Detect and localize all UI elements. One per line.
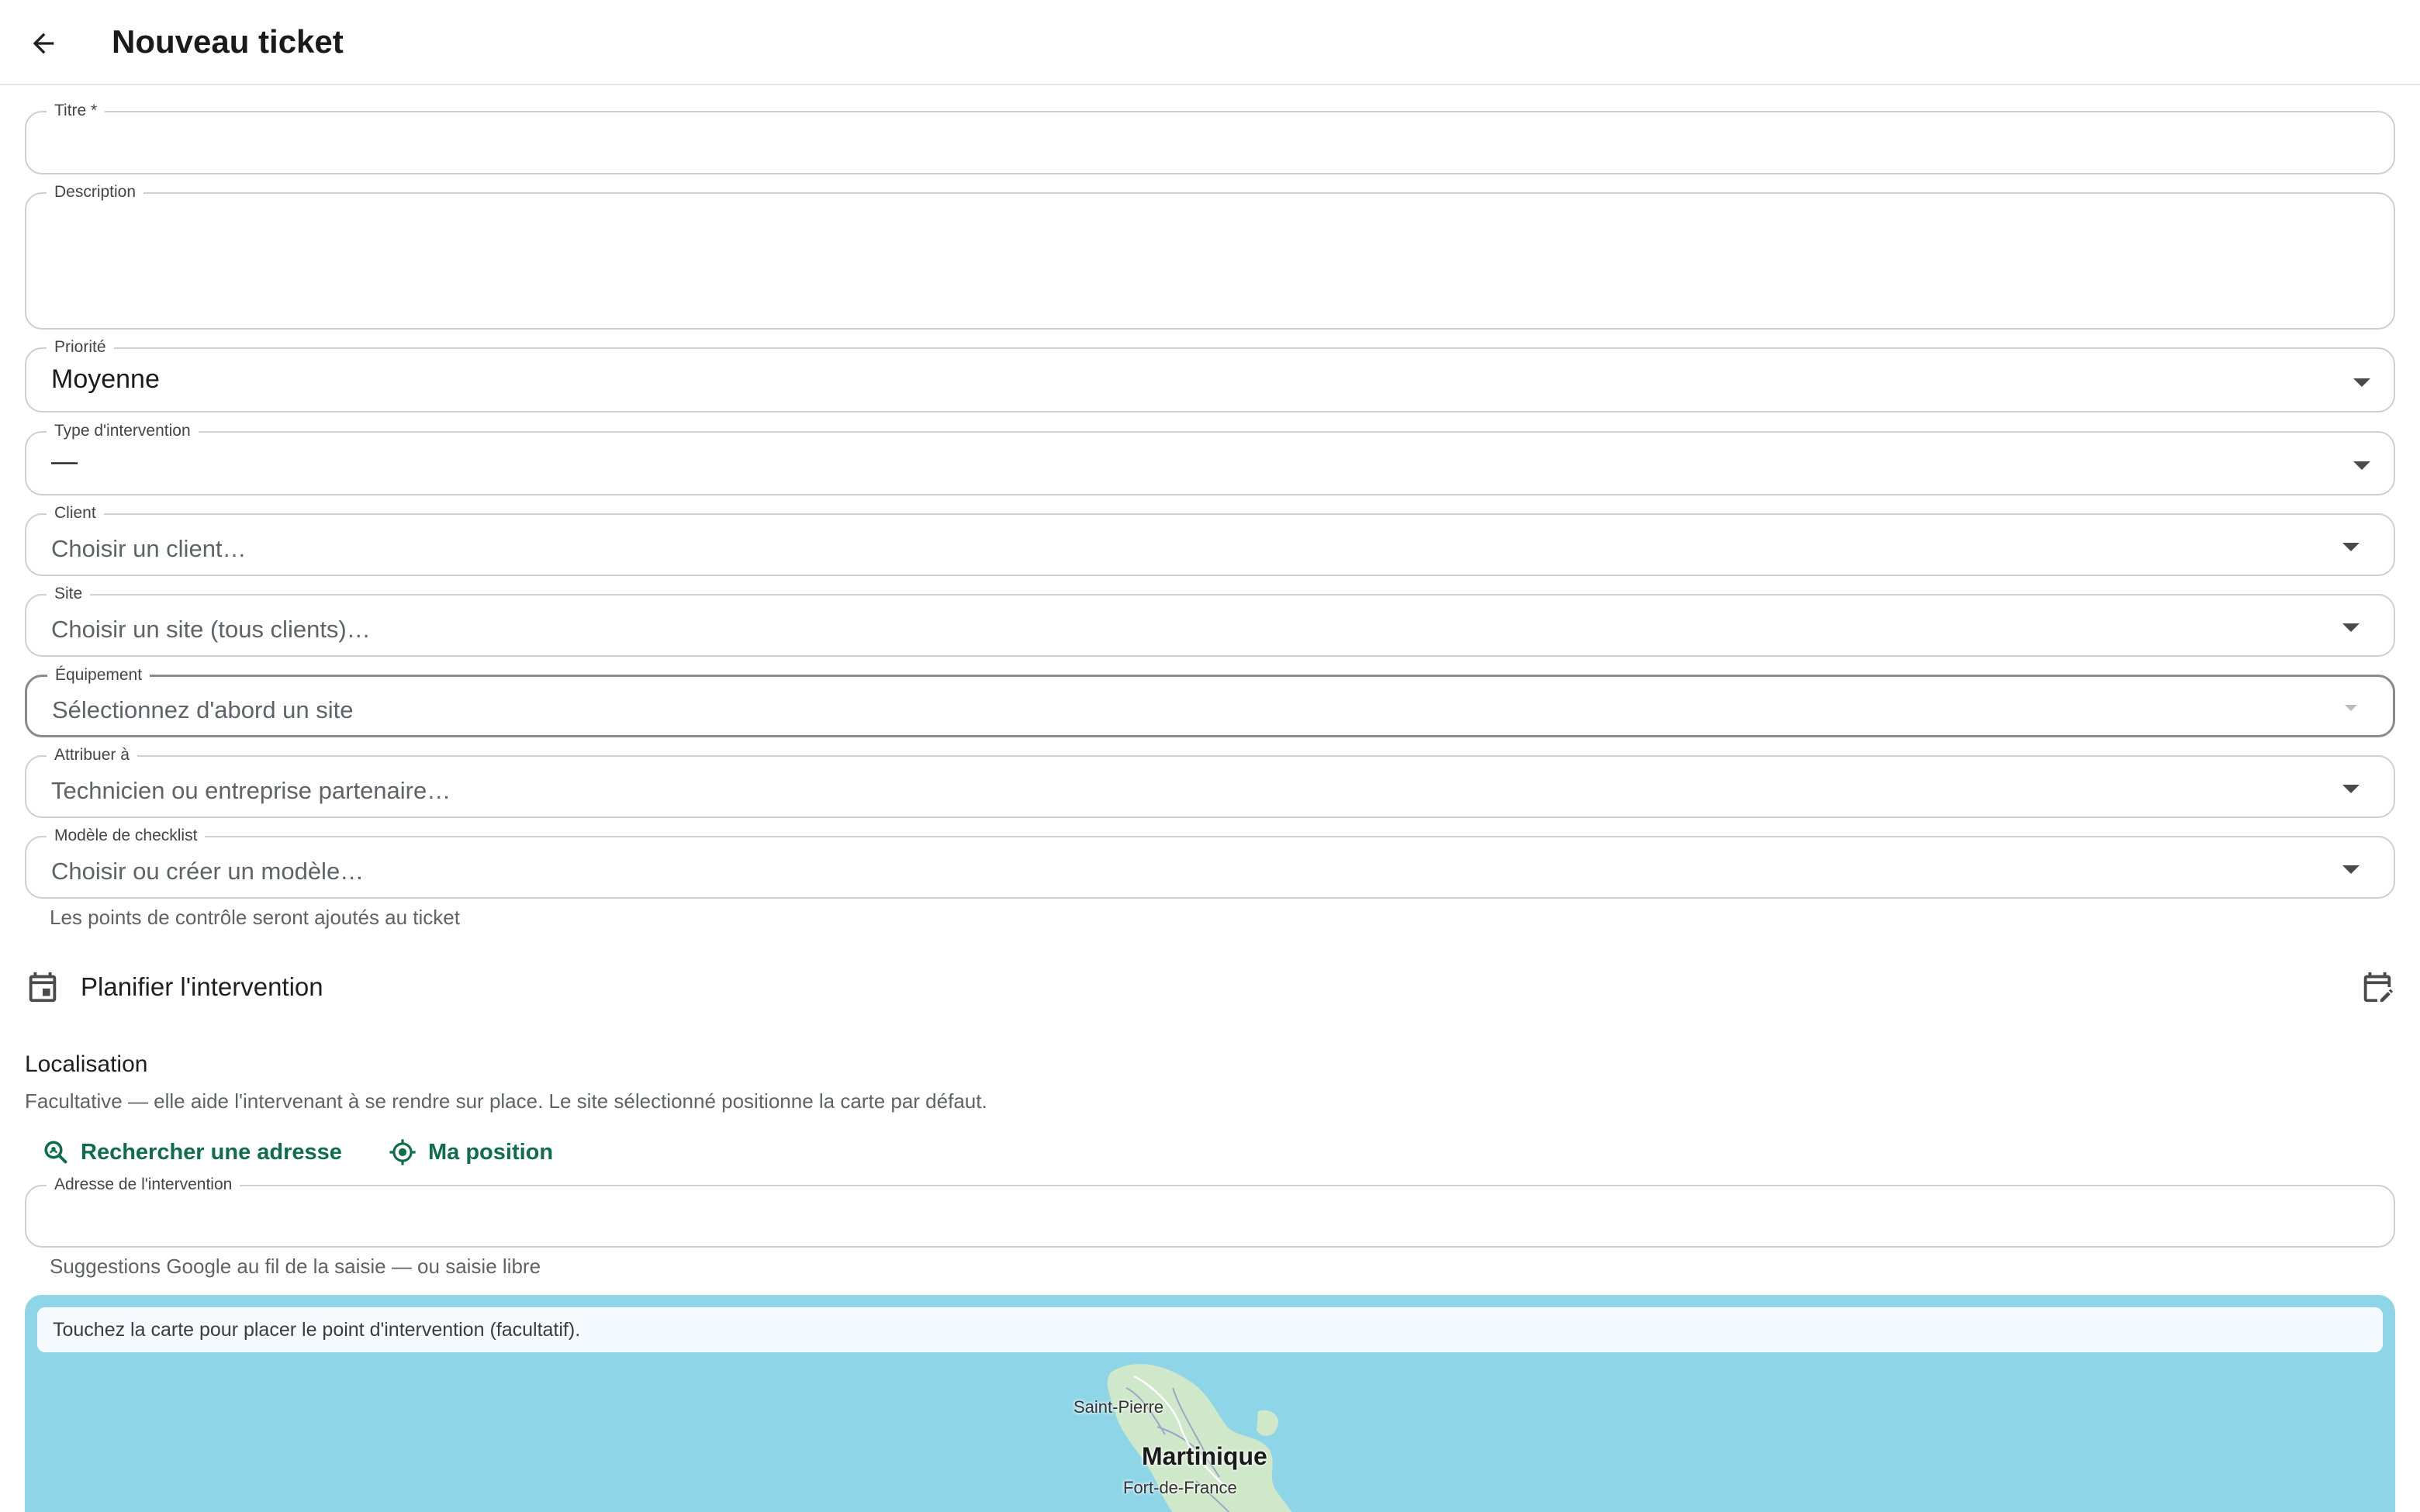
intervention-type-value: — (51, 447, 78, 476)
location-map[interactable]: Touchez la carte pour placer le point d'… (25, 1295, 2395, 1512)
client-select[interactable]: Client Choisir un client… (25, 502, 2395, 576)
my-position-button[interactable]: Ma position (388, 1135, 553, 1169)
chevron-down-icon (2353, 378, 2370, 387)
equipment-select[interactable]: Équipement Sélectionnez d'abord un site (25, 665, 2395, 737)
map-place-label: Fort-de-France (1123, 1478, 1237, 1497)
description-field[interactable]: Description (25, 181, 2395, 330)
address-helper-text: Suggestions Google au fil de la saisie —… (50, 1255, 541, 1278)
address-input[interactable] (51, 1200, 2363, 1227)
site-placeholder: Choisir un site (tous clients)… (51, 616, 371, 643)
chevron-down-icon (2353, 461, 2370, 470)
equipment-label: Équipement (47, 665, 150, 686)
description-input[interactable] (51, 211, 2363, 312)
chevron-down-icon (2342, 623, 2360, 632)
arrow-left-icon (33, 33, 54, 54)
map-place-label: Saint-Pierre (1073, 1397, 1164, 1417)
description-field-label: Description (47, 181, 144, 203)
schedule-intervention-row[interactable]: Planifier l'intervention (25, 965, 2395, 1011)
title-field[interactable]: Titre * (25, 100, 2395, 174)
map-place-label: Martinique (1142, 1442, 1267, 1470)
address-label: Adresse de l'intervention (47, 1174, 240, 1196)
checklist-placeholder: Choisir ou créer un modèle… (51, 858, 365, 885)
intervention-type-select[interactable]: Type d'intervention — (25, 420, 2395, 495)
my-location-icon (389, 1139, 416, 1165)
assign-placeholder: Technicien ou entreprise partenaire… (51, 777, 451, 804)
search-location-icon (44, 1141, 67, 1164)
calendar-edit-icon[interactable] (2360, 969, 2395, 1005)
equipment-placeholder: Sélectionnez d'abord un site (52, 696, 354, 723)
assign-label: Attribuer à (47, 744, 137, 766)
client-label: Client (47, 502, 104, 524)
search-address-label: Rechercher une adresse (81, 1139, 342, 1165)
priority-label: Priorité (47, 337, 114, 358)
checklist-helper-text: Les points de contrôle seront ajoutés au… (50, 906, 460, 929)
title-input[interactable] (51, 129, 2363, 156)
search-address-button[interactable]: Rechercher une adresse (42, 1135, 342, 1169)
map-instruction-banner: Touchez la carte pour placer le point d'… (37, 1307, 2383, 1352)
client-placeholder: Choisir un client… (51, 535, 247, 562)
title-field-label: Titre * (47, 100, 105, 122)
priority-select[interactable]: Priorité Moyenne (25, 337, 2395, 413)
checklist-template-select[interactable]: Modèle de checklist Choisir ou créer un … (25, 825, 2395, 899)
back-button[interactable] (19, 19, 68, 68)
my-position-label: Ma position (428, 1139, 554, 1165)
app-bar: Nouveau ticket (0, 0, 2420, 85)
address-field[interactable]: Adresse de l'intervention (25, 1174, 2395, 1248)
chevron-down-icon (2342, 865, 2360, 874)
chevron-down-icon (2342, 785, 2360, 793)
assign-select[interactable]: Attribuer à Technicien ou entreprise par… (25, 744, 2395, 818)
location-section-title: Localisation (25, 1051, 148, 1077)
schedule-label: Planifier l'intervention (81, 972, 323, 1001)
location-description: Facultative — elle aide l'intervenant à … (25, 1089, 987, 1113)
intervention-type-label: Type d'intervention (47, 420, 199, 442)
calendar-icon (29, 972, 57, 1003)
chevron-down-icon (2345, 705, 2357, 711)
chevron-down-icon (2342, 543, 2360, 551)
site-label: Site (47, 583, 91, 605)
site-select[interactable]: Site Choisir un site (tous clients)… (25, 583, 2395, 657)
page-title: Nouveau ticket (112, 23, 344, 60)
checklist-label: Modèle de checklist (47, 825, 206, 847)
priority-value: Moyenne (51, 364, 160, 394)
